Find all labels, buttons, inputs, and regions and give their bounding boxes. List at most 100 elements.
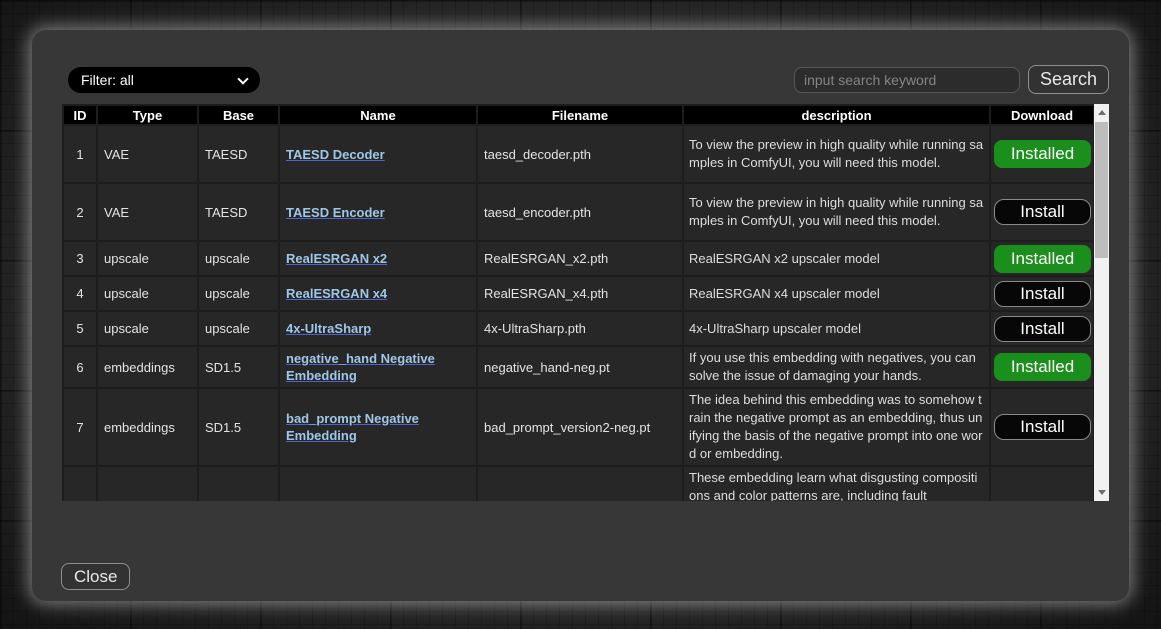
- cell-download: [990, 466, 1094, 501]
- cell-name: bad_prompt Negative Embedding: [279, 388, 477, 466]
- cell-filename: taesd_decoder.pth: [477, 125, 683, 183]
- model-name-link[interactable]: 4x-UltraSharp: [286, 321, 371, 336]
- cell-name: TAESD Encoder: [279, 183, 477, 241]
- install-button[interactable]: Install: [994, 199, 1091, 225]
- cell-base: upscale: [198, 241, 279, 276]
- install-button[interactable]: Install: [994, 281, 1091, 307]
- cell-id: 3: [63, 241, 97, 276]
- cell-base: SD1.5: [198, 388, 279, 466]
- table-row: 1VAETAESD TAESD Decoder taesd_decoder.pthT…: [63, 125, 1094, 183]
- filter-select[interactable]: Filter: all: [68, 67, 260, 93]
- cell-type: upscale: [97, 276, 198, 311]
- cell-type: embeddings: [97, 388, 198, 466]
- table-row: 3upscaleupscaleRealESRGAN x2RealESRGAN_x…: [63, 241, 1094, 276]
- install-button[interactable]: Install: [994, 414, 1091, 440]
- cell-id: [63, 466, 97, 501]
- cell-name: 4x-UltraSharp: [279, 311, 477, 346]
- cell-description: RealESRGAN x2 upscaler model: [683, 241, 990, 276]
- installed-button[interactable]: Installed: [994, 353, 1091, 381]
- install-button[interactable]: Install: [994, 316, 1091, 342]
- cell-base: SD1.5: [198, 346, 279, 388]
- cell-base: TAESD: [198, 183, 279, 241]
- cell-download: Install: [990, 183, 1094, 241]
- table-row: 4upscaleupscaleRealESRGAN x4RealESRGAN_x…: [63, 276, 1094, 311]
- scrollbar-up-arrow-icon[interactable]: [1098, 110, 1106, 115]
- cell-description: The idea behind this embedding was to so…: [683, 388, 990, 466]
- model-name-link[interactable]: TAESD Encoder: [286, 205, 385, 220]
- models-table-container: ID Type Base Name Filename description D…: [62, 104, 1109, 501]
- cell-type: upscale: [97, 241, 198, 276]
- column-header-base: Base: [198, 105, 279, 125]
- cell-base: upscale: [198, 311, 279, 346]
- cell-description: 4x-UltraSharp upscaler model: [683, 311, 990, 346]
- cell-name: [279, 466, 477, 501]
- model-name-link[interactable]: RealESRGAN x2: [286, 251, 387, 266]
- cell-filename: 4x-UltraSharp.pth: [477, 311, 683, 346]
- cell-download: Install: [990, 311, 1094, 346]
- comfyui-canvas: { "dialog": { "filter": { "selected": "F…: [0, 0, 1161, 629]
- column-header-download: Download: [990, 105, 1094, 125]
- cell-type: VAE: [97, 125, 198, 183]
- scrollbar-thumb[interactable]: [1095, 122, 1108, 258]
- cell-description: To view the preview in high quality whil…: [683, 183, 990, 241]
- column-header-type: Type: [97, 105, 198, 125]
- cell-filename: bad_prompt_version2-neg.pt: [477, 388, 683, 466]
- cell-filename: negative_hand-neg.pt: [477, 346, 683, 388]
- cell-description: These embedding learn what disgusting co…: [683, 466, 990, 501]
- cell-type: [97, 466, 198, 501]
- cell-id: 2: [63, 183, 97, 241]
- table-row: 2VAETAESD TAESD Encoder taesd_encoder.pthT…: [63, 183, 1094, 241]
- model-name-link[interactable]: negative_hand Negative Embedding: [286, 351, 435, 383]
- model-name-link[interactable]: RealESRGAN x4: [286, 286, 387, 301]
- installed-button[interactable]: Installed: [994, 245, 1091, 273]
- cell-download: Installed: [990, 346, 1094, 388]
- column-header-filename: Filename: [477, 105, 683, 125]
- cell-name: RealESRGAN x2: [279, 241, 477, 276]
- column-header-description: description: [683, 105, 990, 125]
- cell-filename: [477, 466, 683, 501]
- cell-description: To view the preview in high quality whil…: [683, 125, 990, 183]
- search-button[interactable]: Search: [1028, 65, 1109, 94]
- cell-id: 7: [63, 388, 97, 466]
- column-header-id: ID: [63, 105, 97, 125]
- cell-name: TAESD Decoder: [279, 125, 477, 183]
- model-name-link[interactable]: bad_prompt Negative Embedding: [286, 411, 419, 443]
- cell-id: 6: [63, 346, 97, 388]
- install-models-dialog: Filter: all Search ID Type Base Name Fil…: [32, 30, 1129, 601]
- cell-base: upscale: [198, 276, 279, 311]
- cell-filename: RealESRGAN_x2.pth: [477, 241, 683, 276]
- table-header-row: ID Type Base Name Filename description D…: [63, 105, 1094, 125]
- column-header-name: Name: [279, 105, 477, 125]
- cell-download: Installed: [990, 241, 1094, 276]
- cell-download: Install: [990, 276, 1094, 311]
- cell-download: Installed: [990, 125, 1094, 183]
- cell-base: [198, 466, 279, 501]
- table-row: 6embeddingsSD1.5negative_hand Negative E…: [63, 346, 1094, 388]
- model-name-link[interactable]: TAESD Decoder: [286, 147, 385, 162]
- filter-dropdown[interactable]: Filter: all: [68, 67, 260, 93]
- cell-type: embeddings: [97, 346, 198, 388]
- search-input[interactable]: [794, 67, 1020, 93]
- table-row: 7embeddingsSD1.5bad_prompt Negative Embe…: [63, 388, 1094, 466]
- cell-download: Install: [990, 388, 1094, 466]
- cell-id: 4: [63, 276, 97, 311]
- close-button[interactable]: Close: [61, 563, 130, 590]
- cell-description: RealESRGAN x4 upscaler model: [683, 276, 990, 311]
- table-row: 5upscaleupscale4x-UltraSharp4x-UltraShar…: [63, 311, 1094, 346]
- cell-type: VAE: [97, 183, 198, 241]
- cell-filename: taesd_encoder.pth: [477, 183, 683, 241]
- models-table: ID Type Base Name Filename description D…: [62, 104, 1095, 501]
- cell-id: 1: [63, 125, 97, 183]
- models-table-body: 1VAETAESDTAESD Decodertaesd_decoder.pthT…: [63, 125, 1094, 501]
- cell-description: If you use this embedding with negatives…: [683, 346, 990, 388]
- cell-name: RealESRGAN x4: [279, 276, 477, 311]
- cell-name: negative_hand Negative Embedding: [279, 346, 477, 388]
- scrollbar-down-arrow-icon[interactable]: [1098, 490, 1106, 495]
- cell-base: TAESD: [198, 125, 279, 183]
- installed-button[interactable]: Installed: [994, 140, 1091, 168]
- table-row: These embedding learn what disgusting co…: [63, 466, 1094, 501]
- table-scrollbar[interactable]: [1094, 104, 1109, 501]
- cell-id: 5: [63, 311, 97, 346]
- cell-filename: RealESRGAN_x4.pth: [477, 276, 683, 311]
- cell-type: upscale: [97, 311, 198, 346]
